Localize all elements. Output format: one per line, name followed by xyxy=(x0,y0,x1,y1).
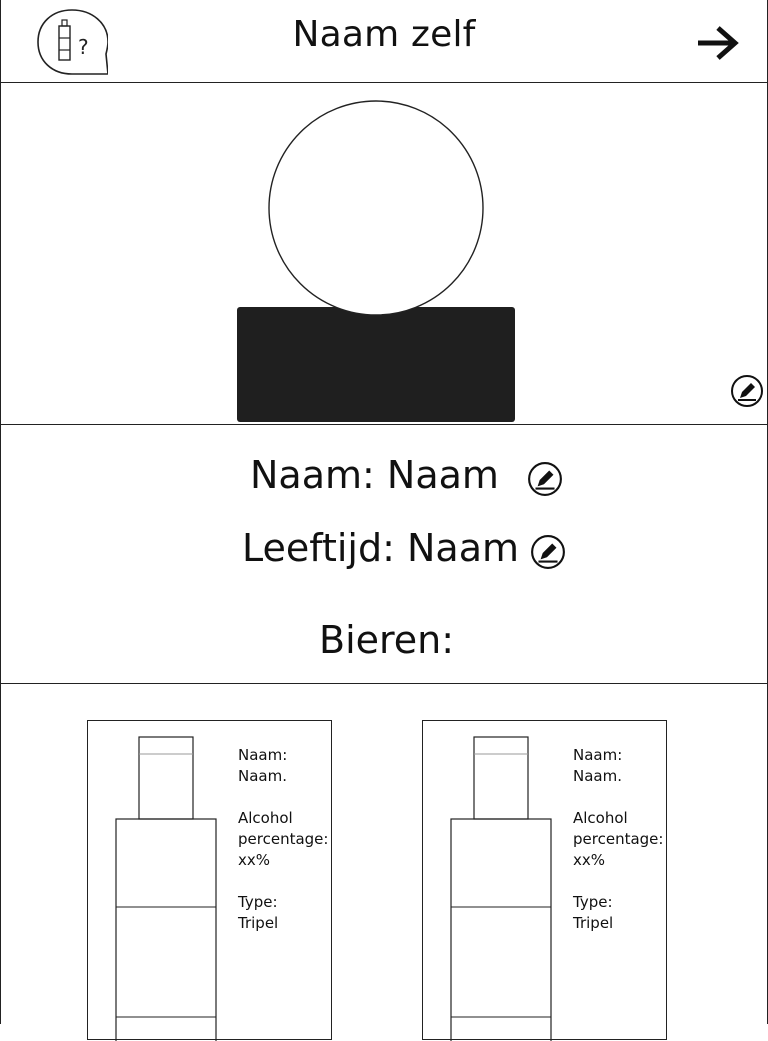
beer-alcohol-label: Alcohol xyxy=(573,809,628,827)
beers-heading: Bieren: xyxy=(319,618,455,662)
pencil-icon[interactable] xyxy=(730,374,764,408)
arrow-right-icon[interactable] xyxy=(696,24,740,62)
beer-name-label: Naam: xyxy=(573,746,623,764)
beer-alcohol-value: xx% xyxy=(238,851,271,869)
beer-alcohol-label-2: percentage: xyxy=(573,830,664,848)
name-line: Naam: Naam xyxy=(250,453,499,497)
edit-name-pencil-icon[interactable] xyxy=(527,461,563,497)
beer-type-label: Type: xyxy=(238,893,278,911)
edit-age-pencil-icon[interactable] xyxy=(530,534,566,570)
beer-type-value: Tripel xyxy=(573,914,614,932)
beer-type-label: Type: xyxy=(573,893,613,911)
beer-alcohol-label-2: percentage: xyxy=(238,830,329,848)
beer-name-value: Naam. xyxy=(573,767,622,785)
beer-details: Naam: Naam. Alcohol percentage: xx% Type… xyxy=(573,745,668,934)
beer-name-label: Naam: xyxy=(238,746,288,764)
avatar xyxy=(237,100,515,422)
user-info-section: Naam: Naam Leeftijd: Naam Bieren: xyxy=(0,425,768,684)
top-bar: ? Naam zelf xyxy=(0,0,768,83)
beer-type-value: Tripel xyxy=(238,914,279,932)
beer-details: Naam: Naam. Alcohol percentage: xx% Type… xyxy=(238,745,333,934)
beer-alcohol-label: Alcohol xyxy=(238,809,293,827)
page-title: Naam zelf xyxy=(292,14,476,55)
beer-card[interactable]: Naam: Naam. Alcohol percentage: xx% Type… xyxy=(87,720,333,1041)
beer-alcohol-value: xx% xyxy=(573,851,606,869)
age-line: Leeftijd: Naam xyxy=(242,526,520,570)
beer-name-value: Naam. xyxy=(238,767,287,785)
beer-card[interactable]: Naam: Naam. Alcohol percentage: xx% Type… xyxy=(422,720,668,1041)
profile-picture-section xyxy=(0,83,768,425)
